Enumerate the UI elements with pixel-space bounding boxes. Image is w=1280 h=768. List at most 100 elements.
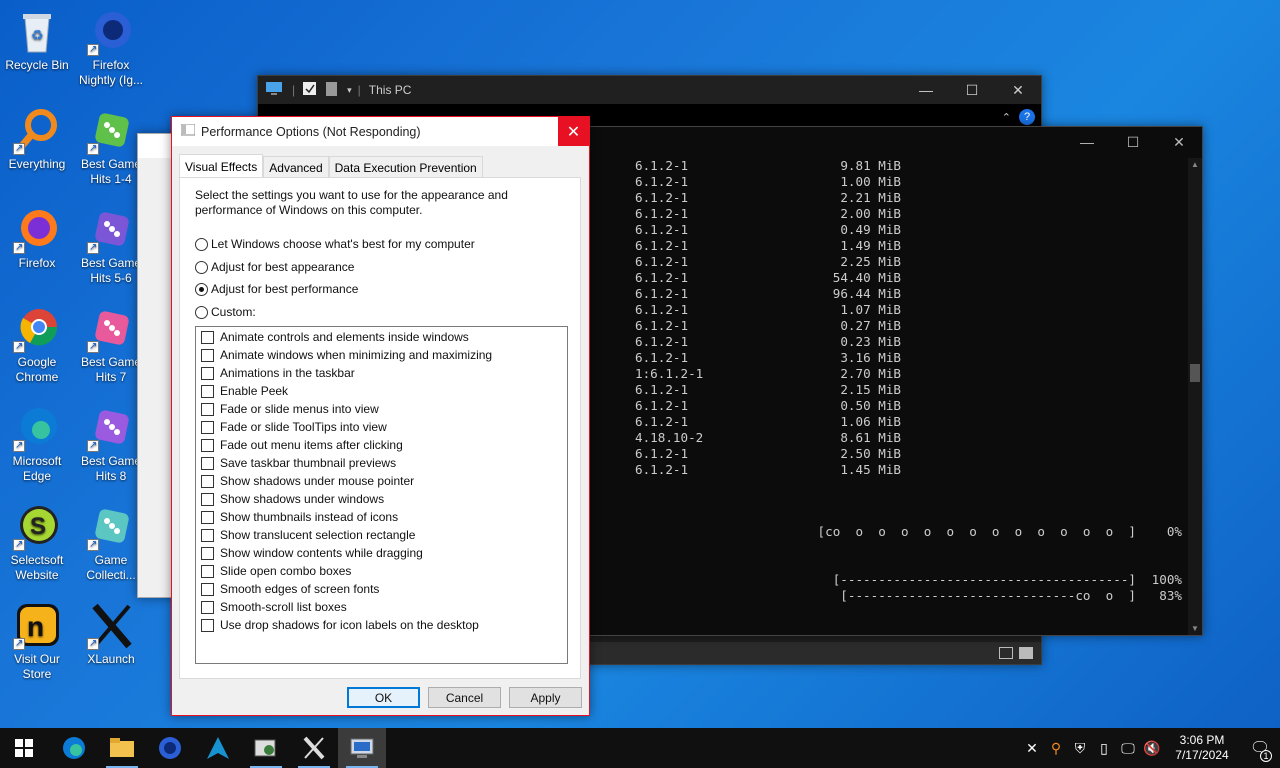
minimize-button[interactable]: — (903, 76, 949, 104)
quick-access-dropdown-icon[interactable]: ▾ (347, 85, 352, 96)
visual-effect-option[interactable]: Fade or slide menus into view (196, 400, 567, 418)
radio-best-performance[interactable]: Adjust for best performance (195, 282, 358, 296)
checkbox[interactable] (201, 438, 214, 452)
new-folder-quick-icon[interactable] (325, 81, 339, 99)
taskbar-xlaunch[interactable] (290, 728, 338, 768)
desktop-icon-microsoft-edge[interactable]: Microsoft Edge (0, 404, 74, 484)
desktop-icon-visit-our-store[interactable]: n Visit Our Store (0, 602, 74, 682)
cancel-button[interactable]: Cancel (428, 687, 501, 708)
ok-button[interactable]: OK (347, 687, 420, 708)
checkbox[interactable] (201, 330, 214, 344)
visual-effect-option[interactable]: Animate windows when minimizing and maxi… (196, 346, 567, 364)
close-button[interactable]: ✕ (995, 76, 1041, 104)
close-button[interactable]: ✕ (1156, 127, 1202, 157)
visual-effect-option[interactable]: Show window contents while dragging (196, 544, 567, 562)
checkbox[interactable] (201, 402, 214, 416)
dialog-titlebar[interactable]: Performance Options (Not Responding) ✕ (172, 117, 589, 146)
explorer-titlebar[interactable]: | ▾ | This PC — ☐ ✕ (258, 76, 1041, 104)
visual-effect-option[interactable]: Smooth edges of screen fonts (196, 580, 567, 598)
details-view-icon[interactable] (999, 647, 1013, 659)
desktop-icon-firefox[interactable]: Firefox (0, 206, 74, 271)
checkbox[interactable] (201, 456, 214, 470)
checkbox[interactable] (201, 420, 214, 434)
visual-effect-option[interactable]: Use drop shadows for icon labels on the … (196, 616, 567, 634)
visual-effect-option[interactable]: Animations in the taskbar (196, 364, 567, 382)
start-button[interactable] (0, 728, 48, 768)
checkbox[interactable] (201, 564, 214, 578)
checkbox[interactable] (201, 348, 214, 362)
option-label: Show translucent selection rectangle (220, 528, 416, 542)
tab-data-execution-prevention[interactable]: Data Execution Prevention (328, 156, 483, 178)
minimize-button[interactable]: — (1064, 127, 1110, 157)
checkbox[interactable] (201, 546, 214, 560)
visual-effect-option[interactable]: Fade out menu items after clicking (196, 436, 567, 454)
notification-center-button[interactable]: 🗨 1 (1240, 728, 1280, 768)
taskbar-system-properties[interactable] (338, 728, 386, 768)
visual-effect-option[interactable]: Save taskbar thumbnail previews (196, 454, 567, 472)
tab-visual-effects[interactable]: Visual Effects (179, 154, 264, 178)
help-icon[interactable]: ? (1019, 109, 1035, 125)
radio-button[interactable] (195, 305, 208, 319)
taskbar-arch[interactable] (194, 728, 242, 768)
visual-effect-option[interactable]: Smooth-scroll list boxes (196, 598, 567, 616)
desktop-icon-firefox-nightly[interactable]: Firefox Nightly (Ig... (74, 8, 148, 88)
checkbox[interactable] (201, 618, 214, 632)
checkbox[interactable] (201, 528, 214, 542)
visual-effects-listbox[interactable]: Animate controls and elements inside win… (195, 326, 568, 664)
volume-muted-icon[interactable]: 🔇 (1140, 740, 1164, 757)
desktop-icon-everything[interactable]: Everything (0, 107, 74, 172)
checkbox[interactable] (201, 492, 214, 506)
checkbox[interactable] (201, 600, 214, 614)
radio-custom[interactable]: Custom: (195, 305, 256, 319)
checkbox[interactable] (201, 510, 214, 524)
maximize-button[interactable]: ☐ (949, 76, 995, 104)
desktop-icon-google-chrome[interactable]: Google Chrome (0, 305, 74, 385)
tab-advanced[interactable]: Advanced (263, 156, 329, 178)
visual-effect-option[interactable]: Show shadows under mouse pointer (196, 472, 567, 490)
everything-tray-icon[interactable]: ⚲ (1044, 740, 1068, 757)
terminal-titlebar[interactable]: — ☐ ✕ (589, 127, 1202, 157)
radio-best-appearance[interactable]: Adjust for best appearance (195, 260, 354, 274)
visual-effect-option[interactable]: Enable Peek (196, 382, 567, 400)
desktop-icon-xlaunch[interactable]: XLaunch (74, 602, 148, 667)
checkbox[interactable] (201, 474, 214, 488)
apply-button[interactable]: Apply (509, 687, 582, 708)
close-button[interactable]: ✕ (558, 117, 589, 146)
maximize-button[interactable]: ☐ (1110, 127, 1156, 157)
scrollbar-thumb[interactable] (1190, 364, 1200, 382)
properties-quick-icon[interactable] (303, 81, 317, 99)
visual-effect-option[interactable]: Show translucent selection rectangle (196, 526, 567, 544)
terminal-output[interactable]: 6.1.2-1 9.81 MiB 6.1.2-1 1.00 MiB 6.1.2-1 2.2… (589, 158, 1188, 635)
terminal-window[interactable]: — ☐ ✕ 6.1.2-1 9.81 MiB 6.1.2-1 1.00 MiB 6.1.… (588, 126, 1203, 636)
taskbar-edge[interactable] (50, 728, 98, 768)
terminal-scrollbar[interactable]: ▲ ▼ (1188, 158, 1202, 635)
collapse-ribbon-icon[interactable]: ⌃ (1002, 111, 1011, 124)
desktop-icon-selectsoft-website[interactable]: S Selectsoft Website (0, 503, 74, 583)
taskbar-firefox-nightly[interactable] (146, 728, 194, 768)
radio-button[interactable] (195, 282, 208, 296)
security-shield-icon[interactable]: ⛨ (1068, 740, 1092, 757)
xlaunch-tray-icon[interactable]: ✕ (1020, 740, 1044, 757)
visual-effect-option[interactable]: Show thumbnails instead of icons (196, 508, 567, 526)
scroll-down-arrow-icon[interactable]: ▼ (1191, 624, 1199, 633)
usb-device-icon[interactable]: ▯ (1092, 740, 1116, 757)
large-icons-view-icon[interactable] (1019, 647, 1033, 659)
desktop-icon-recycle-bin[interactable]: ♻ Recycle Bin (0, 8, 74, 73)
visual-effect-option[interactable]: Fade or slide ToolTips into view (196, 418, 567, 436)
clock[interactable]: 3:06 PM 7/17/2024 (1164, 733, 1240, 763)
visual-effect-option[interactable]: Slide open combo boxes (196, 562, 567, 580)
checkbox[interactable] (201, 366, 214, 380)
scroll-up-arrow-icon[interactable]: ▲ (1191, 160, 1199, 169)
visual-effect-option[interactable]: Show shadows under windows (196, 490, 567, 508)
taskbar-control-panel[interactable] (242, 728, 290, 768)
explorer-title: This PC (368, 83, 412, 97)
checkbox[interactable] (201, 582, 214, 596)
network-icon[interactable]: 🖵 (1116, 740, 1140, 757)
taskbar-file-explorer[interactable] (98, 728, 146, 768)
radio-let-windows-choose[interactable]: Let Windows choose what's best for my co… (195, 237, 475, 251)
radio-button[interactable] (195, 237, 208, 251)
radio-button[interactable] (195, 260, 208, 274)
visual-effect-option[interactable]: Animate controls and elements inside win… (196, 328, 567, 346)
performance-options-dialog[interactable]: Performance Options (Not Responding) ✕ V… (171, 116, 590, 716)
checkbox[interactable] (201, 384, 214, 398)
